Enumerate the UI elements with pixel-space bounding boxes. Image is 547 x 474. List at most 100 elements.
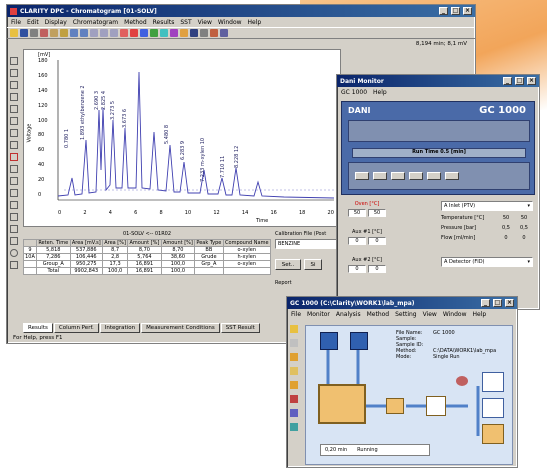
menu-file[interactable]: File (11, 19, 21, 26)
paste-icon[interactable] (60, 29, 68, 37)
zoom-fit-icon[interactable] (110, 29, 118, 37)
grid-icon[interactable] (200, 29, 208, 37)
instrument-box-icon[interactable] (318, 384, 366, 424)
tab-sst-result[interactable]: SST Result (220, 323, 260, 333)
print-icon[interactable] (30, 29, 38, 37)
queue-icon[interactable] (290, 367, 298, 375)
menu-gc1000[interactable]: GC 1000 (341, 89, 367, 96)
menu-view[interactable]: View (198, 19, 212, 26)
flag-icon[interactable] (10, 261, 18, 269)
pointer-icon[interactable] (10, 57, 18, 65)
gc-control-button[interactable] (427, 172, 441, 180)
print-icon[interactable] (482, 424, 504, 444)
color-purple-icon[interactable] (170, 29, 178, 37)
menu-results[interactable]: Results (153, 19, 175, 26)
open-icon[interactable] (10, 29, 18, 37)
shoulder-icon[interactable] (10, 225, 18, 233)
inlet-select[interactable]: A Inlet (PTV) ▾ (441, 201, 533, 211)
minimize-button[interactable]: _ (503, 77, 512, 85)
color-cyan-icon[interactable] (160, 29, 168, 37)
calibration-set-button[interactable]: Set.. (275, 259, 301, 270)
folder-icon[interactable] (290, 325, 298, 333)
tab-column-perf[interactable]: Column Perf. (53, 323, 99, 333)
peak-start-icon[interactable] (10, 81, 18, 89)
triangle-icon[interactable] (10, 189, 18, 197)
ruler-icon[interactable] (10, 141, 18, 149)
cursor-icon[interactable] (210, 29, 218, 37)
chromatogram-plot[interactable]: [mV] Voltage Time 180 160 140 120 100 80… (23, 49, 341, 227)
col-header[interactable]: Compound Name (222, 239, 272, 247)
table-row[interactable]: Group_A 950,275 17,3 16,891 100,0 Grp_A o-xyle… (22, 260, 272, 268)
menu-display[interactable]: Display (45, 19, 67, 26)
maximize-button[interactable]: □ (451, 7, 460, 15)
color-navy-icon[interactable] (190, 29, 198, 37)
gc-control-button[interactable] (355, 172, 369, 180)
gc-control-button[interactable] (445, 172, 459, 180)
noise-icon[interactable] (10, 237, 18, 245)
tab-measurement-conditions[interactable]: Measurement Conditions (141, 323, 220, 333)
valley-icon[interactable] (10, 117, 18, 125)
peak-end-icon[interactable] (10, 93, 18, 101)
maximize-button[interactable]: □ (515, 77, 524, 85)
col-header[interactable] (22, 239, 38, 247)
col-header[interactable]: Area [%] (101, 239, 129, 247)
split-icon[interactable] (10, 105, 18, 113)
menu-help[interactable]: Help (373, 89, 387, 96)
copy-icon[interactable] (50, 29, 58, 37)
run-icon[interactable] (290, 381, 298, 389)
calibration-si-button[interactable]: Si (304, 259, 322, 270)
color-red-icon[interactable] (130, 29, 138, 37)
table-row[interactable]: 10A 7,286 106,446 2,8 5,764 38,60 Grude h-xylen (22, 253, 272, 261)
cut-icon[interactable] (10, 201, 18, 209)
graph-icon[interactable] (482, 398, 504, 418)
menu-analysis[interactable]: Analysis (336, 311, 361, 318)
merge-icon[interactable] (10, 213, 18, 221)
color-orange-icon[interactable] (180, 29, 188, 37)
menu-window[interactable]: Window (218, 19, 242, 26)
menu-edit[interactable]: Edit (27, 19, 39, 26)
flask-icon[interactable] (456, 376, 468, 386)
overlay-icon[interactable] (220, 29, 228, 37)
col-header[interactable]: Peak Type (194, 239, 224, 247)
gc-control-button[interactable] (391, 172, 405, 180)
menu-setting[interactable]: Setting (395, 311, 416, 318)
menu-help[interactable]: Help (248, 19, 262, 26)
chart-icon[interactable] (426, 396, 446, 416)
close-button[interactable]: × (463, 7, 472, 15)
menu-method[interactable]: Method (367, 311, 390, 318)
tab-integration[interactable]: Integration (99, 323, 141, 333)
table-row[interactable]: Total 9902,843 100,0 16,891 100,0 (22, 267, 272, 275)
undo-icon[interactable] (70, 29, 78, 37)
menu-file[interactable]: File (291, 311, 301, 318)
calibration-file-field[interactable]: BENZINE (275, 239, 341, 249)
color-blue-icon[interactable] (140, 29, 148, 37)
maximize-button[interactable]: □ (493, 299, 502, 307)
col-header[interactable]: Amount [%] (127, 239, 162, 247)
marker-icon[interactable] (120, 29, 128, 37)
color-green-icon[interactable] (150, 29, 158, 37)
stop-icon[interactable] (290, 395, 298, 403)
menu-view[interactable]: View (423, 311, 437, 318)
result-icon[interactable] (482, 372, 504, 392)
col-header[interactable]: Area [mV.s] (69, 239, 103, 247)
gc-control-button[interactable] (409, 172, 423, 180)
menu-monitor[interactable]: Monitor (307, 311, 330, 318)
close-button[interactable]: × (527, 77, 536, 85)
edit-icon[interactable] (40, 29, 48, 37)
menu-method[interactable]: Method (124, 19, 147, 26)
circle-icon[interactable] (10, 249, 18, 257)
menu-help[interactable]: Help (473, 311, 487, 318)
gc-control-button[interactable] (373, 172, 387, 180)
col-header[interactable]: Reten. Time (36, 239, 71, 247)
tab-results[interactable]: Results (23, 323, 53, 333)
table-row[interactable]: 9 5,818 537,886 8,7 8,70 8,70 BB o-xylen (22, 246, 272, 254)
delta-icon[interactable] (10, 177, 18, 185)
tangent-icon[interactable] (10, 129, 18, 137)
menu-chromatogram[interactable]: Chromatogram (73, 19, 118, 26)
close-button[interactable]: × (505, 299, 514, 307)
zoom-in-icon[interactable] (90, 29, 98, 37)
menu-window[interactable]: Window (443, 311, 467, 318)
save-icon[interactable] (20, 29, 28, 37)
zoom-out-icon[interactable] (100, 29, 108, 37)
col-header[interactable]: Amount [%] (160, 239, 196, 247)
